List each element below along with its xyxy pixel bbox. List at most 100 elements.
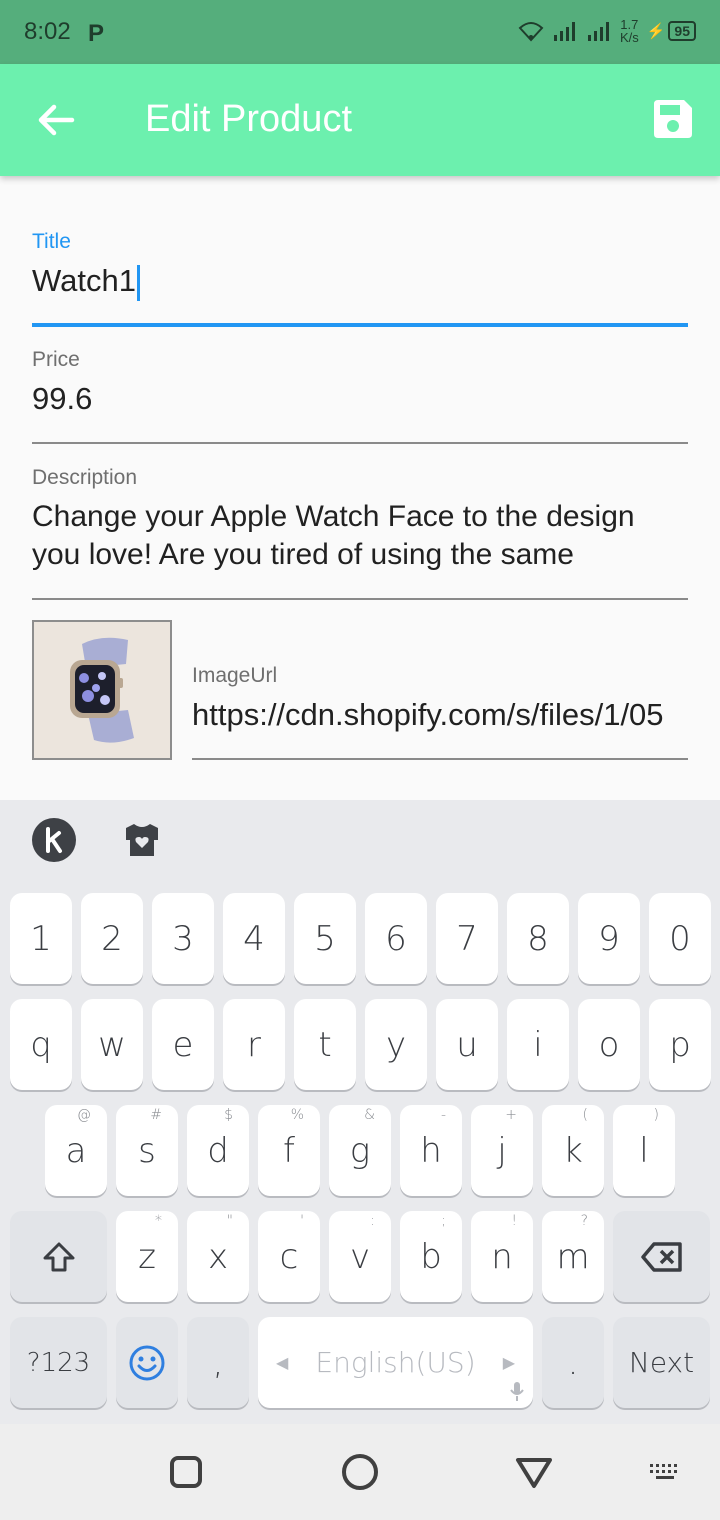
back-nav-button[interactable] <box>514 1452 554 1492</box>
key-label: i <box>533 1024 543 1065</box>
microphone-icon <box>510 1382 524 1401</box>
key-hint: " <box>226 1213 233 1229</box>
image-url-field[interactable]: ImageUrl https://cdn.shopify.com/s/files… <box>192 664 688 762</box>
key-label: u <box>456 1024 478 1065</box>
key-hint: ! <box>511 1213 517 1229</box>
price-input[interactable]: 99.6 <box>32 380 688 418</box>
key-label: 3 <box>172 918 194 959</box>
key-label: n <box>491 1236 513 1277</box>
image-url-label: ImageUrl <box>192 664 278 687</box>
key-t[interactable]: t <box>294 999 356 1090</box>
key-h[interactable]: h- <box>400 1105 462 1196</box>
comma-key[interactable]: , <box>187 1317 249 1408</box>
key-c[interactable]: c ' <box>258 1211 320 1302</box>
key-k[interactable]: k( <box>542 1105 604 1196</box>
key-7[interactable]: 7 <box>436 893 498 984</box>
period-key[interactable]: . <box>542 1317 604 1408</box>
price-underline <box>32 442 688 444</box>
keyboard-theme-button[interactable] <box>120 818 164 862</box>
key-1[interactable]: 1 <box>10 893 72 984</box>
title-field[interactable]: Title Watch1 <box>32 230 688 328</box>
key-label: 9 <box>598 918 620 959</box>
key-i[interactable]: i <box>507 999 569 1090</box>
key-8[interactable]: 8 <box>507 893 569 984</box>
space-key[interactable]: ◀ English(US) ▶ <box>258 1317 533 1408</box>
title-label: Title <box>32 230 71 253</box>
key-9[interactable]: 9 <box>578 893 640 984</box>
keyboard-switch-button[interactable] <box>646 1452 686 1492</box>
backspace-icon <box>640 1241 682 1272</box>
description-field[interactable]: Description Change your Apple Watch Face… <box>32 466 688 602</box>
key-v[interactable]: v: <box>329 1211 391 1302</box>
key-hint: ? <box>580 1213 588 1229</box>
battery-indicator: ⚡ 95 <box>647 21 696 41</box>
key-label: o <box>598 1024 620 1065</box>
key-s[interactable]: s # <box>116 1105 178 1196</box>
key-6[interactable]: 6 <box>365 893 427 984</box>
key-l[interactable]: l) <box>613 1105 675 1196</box>
description-input[interactable]: Change your Apple Watch Face to the desi… <box>32 498 688 574</box>
shirt-heart-icon <box>126 824 158 856</box>
network-speed: 1.7 K/s <box>620 18 639 44</box>
key-g[interactable]: g & <box>329 1105 391 1196</box>
key-q[interactable]: q <box>10 999 72 1090</box>
image-url-input[interactable]: https://cdn.shopify.com/s/files/1/05 <box>192 696 688 734</box>
key-label: p <box>669 1024 691 1065</box>
key-hint: ) <box>653 1107 659 1123</box>
save-button[interactable] <box>652 98 694 140</box>
key-b[interactable]: b; <box>400 1211 462 1302</box>
key-hint: ( <box>582 1107 588 1123</box>
key-m[interactable]: m? <box>542 1211 604 1302</box>
square-icon <box>170 1456 202 1488</box>
emoji-icon <box>129 1345 165 1380</box>
back-button[interactable] <box>32 96 80 144</box>
key-n[interactable]: n! <box>471 1211 533 1302</box>
symbols-key[interactable]: ?123 <box>10 1317 107 1408</box>
price-field[interactable]: Price 99.6 <box>32 348 688 445</box>
key-hint: - <box>440 1107 446 1123</box>
key-5[interactable]: 5 <box>294 893 356 984</box>
key-u[interactable]: u <box>436 999 498 1090</box>
key-a[interactable]: a @ <box>45 1105 107 1196</box>
keyboard-icon <box>650 1464 677 1479</box>
battery-level: 95 <box>668 21 696 41</box>
key-z[interactable]: z * <box>116 1211 178 1302</box>
key-4[interactable]: 4 <box>223 893 285 984</box>
key-label: r <box>247 1024 261 1065</box>
emoji-key[interactable] <box>116 1317 178 1408</box>
key-3[interactable]: 3 <box>152 893 214 984</box>
key-e[interactable]: e <box>152 999 214 1090</box>
key-x[interactable]: x " <box>187 1211 249 1302</box>
circle-icon <box>342 1454 378 1490</box>
keyboard-app-icon[interactable] <box>32 818 76 862</box>
key-hint: ; <box>441 1213 446 1229</box>
next-key[interactable]: Next <box>613 1317 710 1408</box>
key-o[interactable]: o <box>578 999 640 1090</box>
recents-button[interactable] <box>166 1452 206 1492</box>
title-input[interactable]: Watch1 <box>32 262 688 301</box>
signal-icon <box>587 22 609 41</box>
key-p[interactable]: p <box>649 999 711 1090</box>
key-r[interactable]: r <box>223 999 285 1090</box>
key-hint: $ <box>224 1107 233 1123</box>
key-label: x <box>207 1236 229 1277</box>
home-button[interactable] <box>340 1452 380 1492</box>
key-f[interactable]: f% <box>258 1105 320 1196</box>
page-title: Edit Product <box>145 98 352 140</box>
key-label: 1 <box>30 918 52 959</box>
key-label: v <box>349 1236 371 1277</box>
key-label: 6 <box>385 918 407 959</box>
key-label: t <box>318 1024 332 1065</box>
wifi-icon <box>518 22 544 42</box>
backspace-key[interactable] <box>613 1211 710 1302</box>
key-j[interactable]: j + <box>471 1105 533 1196</box>
key-w[interactable]: w <box>81 999 143 1090</box>
key-label: b <box>420 1236 442 1277</box>
shift-key[interactable] <box>10 1211 107 1302</box>
key-0[interactable]: 0 <box>649 893 711 984</box>
key-y[interactable]: y <box>365 999 427 1090</box>
key-2[interactable]: 2 <box>81 893 143 984</box>
chevron-right-icon: ▶ <box>502 1353 515 1372</box>
key-d[interactable]: d $ <box>187 1105 249 1196</box>
text-cursor <box>136 264 140 301</box>
